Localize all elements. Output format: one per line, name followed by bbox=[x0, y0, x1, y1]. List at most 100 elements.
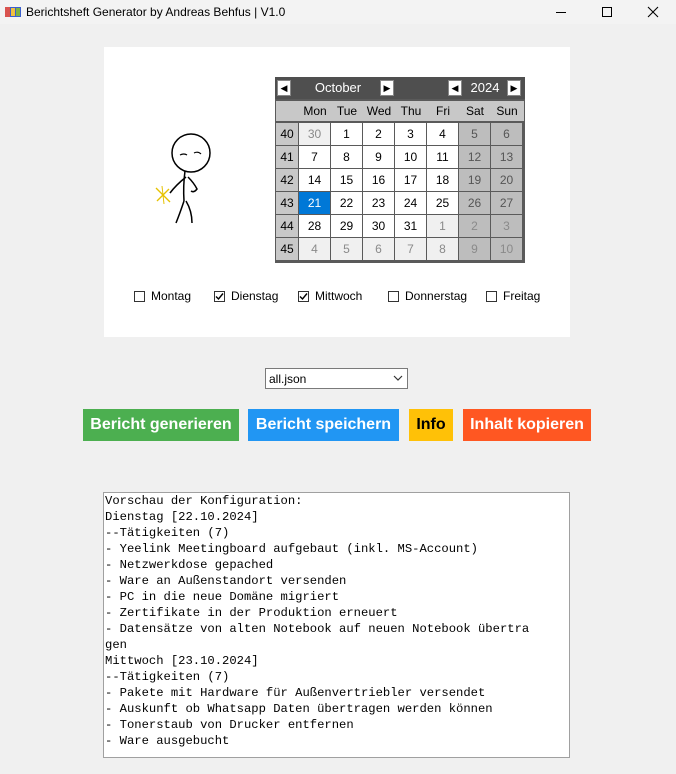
checkbox-box[interactable] bbox=[214, 290, 225, 302]
checkbox-label: Donnerstag bbox=[405, 289, 468, 303]
title-bar: Berichtsheft Generator by Andreas Behfus… bbox=[0, 0, 676, 24]
week-number: 44 bbox=[276, 215, 298, 237]
calendar-day[interactable]: 25 bbox=[427, 192, 458, 214]
calendar-day[interactable]: 23 bbox=[363, 192, 394, 214]
calendar-day[interactable]: 8 bbox=[427, 238, 458, 260]
preview-line: Vorschau der Konfiguration: bbox=[105, 494, 303, 508]
preview-textarea[interactable]: Vorschau der Konfiguration: Dienstag [22… bbox=[103, 492, 570, 758]
minimize-button[interactable] bbox=[538, 0, 584, 24]
info-button[interactable]: Info bbox=[409, 409, 453, 441]
checkbox-box[interactable] bbox=[298, 290, 309, 302]
preview-line: - Yeelink Meetingboard aufgebaut (inkl. … bbox=[105, 542, 478, 556]
weekday-checkboxes: Montag Dienstag Mittwoch Donnerstag Frei… bbox=[104, 289, 570, 305]
calendar-day[interactable]: 27 bbox=[491, 192, 522, 214]
calendar-day[interactable]: 3 bbox=[491, 215, 522, 237]
calendar-day[interactable]: 24 bbox=[395, 192, 426, 214]
calendar-day[interactable]: 20 bbox=[491, 169, 522, 191]
calendar-day[interactable]: 2 bbox=[459, 215, 490, 237]
calendar[interactable]: ◀ October ▶ ◀ 2024 ▶ Mon Tue Wed Thu Fri… bbox=[275, 77, 525, 263]
calendar-day[interactable]: 16 bbox=[363, 169, 394, 191]
prev-year-button[interactable]: ◀ bbox=[448, 80, 462, 96]
checkbox-mittwoch[interactable]: Mittwoch bbox=[298, 289, 362, 303]
calendar-day[interactable]: 7 bbox=[299, 146, 330, 168]
calendar-day[interactable]: 7 bbox=[395, 238, 426, 260]
calendar-day[interactable]: 4 bbox=[299, 238, 330, 260]
calendar-day[interactable]: 28 bbox=[299, 215, 330, 237]
calendar-day[interactable]: 6 bbox=[491, 123, 522, 145]
preview-line: - Auskunft ob Whatsapp Daten übertragen … bbox=[105, 702, 493, 716]
stick-figure-image bbox=[155, 133, 211, 224]
weekday-label: Fri bbox=[436, 104, 450, 118]
calendar-day[interactable]: 8 bbox=[331, 146, 362, 168]
calendar-day[interactable]: 5 bbox=[331, 238, 362, 260]
preview-line: --Tätigkeiten (7) bbox=[105, 670, 230, 684]
checkbox-dienstag[interactable]: Dienstag bbox=[214, 289, 278, 303]
calendar-day[interactable]: 1 bbox=[427, 215, 458, 237]
checkbox-donnerstag[interactable]: Donnerstag bbox=[388, 289, 467, 303]
calendar-day[interactable]: 30 bbox=[363, 215, 394, 237]
calendar-day[interactable]: 29 bbox=[331, 215, 362, 237]
calendar-day[interactable]: 15 bbox=[331, 169, 362, 191]
calendar-day[interactable]: 30 bbox=[299, 123, 330, 145]
calendar-day[interactable]: 17 bbox=[395, 169, 426, 191]
calendar-day[interactable]: 9 bbox=[363, 146, 394, 168]
calendar-day-selected[interactable]: 21 bbox=[299, 192, 330, 214]
calendar-day[interactable]: 19 bbox=[459, 169, 490, 191]
arrow-left-icon: ◀ bbox=[280, 82, 288, 93]
copy-content-button[interactable]: Inhalt kopieren bbox=[463, 409, 591, 441]
preview-line: gen bbox=[105, 638, 127, 652]
calendar-day[interactable]: 2 bbox=[363, 123, 394, 145]
arrow-left-icon: ◀ bbox=[451, 82, 459, 93]
prev-month-button[interactable]: ◀ bbox=[277, 80, 291, 96]
year-label: 2024 bbox=[470, 80, 500, 95]
weekday-label: Sun bbox=[496, 104, 518, 118]
checkbox-box[interactable] bbox=[134, 290, 145, 302]
arrow-right-icon: ▶ bbox=[383, 82, 391, 93]
next-month-button[interactable]: ▶ bbox=[380, 80, 394, 96]
week-number: 45 bbox=[276, 238, 298, 260]
checkbox-box[interactable] bbox=[388, 290, 399, 302]
config-select-value: all.json bbox=[269, 372, 307, 386]
calendar-day[interactable]: 31 bbox=[395, 215, 426, 237]
calendar-day[interactable]: 6 bbox=[363, 238, 394, 260]
top-panel: ◀ October ▶ ◀ 2024 ▶ Mon Tue Wed Thu Fri… bbox=[104, 47, 570, 337]
weekday-label: Sat bbox=[465, 104, 484, 118]
window-title: Berichtsheft Generator by Andreas Behfus… bbox=[26, 5, 286, 19]
checkbox-montag[interactable]: Montag bbox=[134, 289, 191, 303]
close-button[interactable] bbox=[630, 0, 676, 24]
month-label: October bbox=[314, 80, 362, 95]
preview-line: - Ware an Außenstandort versenden bbox=[105, 574, 347, 588]
calendar-day[interactable]: 4 bbox=[427, 123, 458, 145]
calendar-day[interactable]: 3 bbox=[395, 123, 426, 145]
calendar-day[interactable]: 5 bbox=[459, 123, 490, 145]
calendar-day[interactable]: 13 bbox=[491, 146, 522, 168]
calendar-day[interactable]: 10 bbox=[395, 146, 426, 168]
checkbox-label: Mittwoch bbox=[315, 289, 363, 303]
calendar-day[interactable]: 11 bbox=[427, 146, 458, 168]
weekday-label: Thu bbox=[400, 104, 422, 118]
calendar-day[interactable]: 26 bbox=[459, 192, 490, 214]
week-number: 43 bbox=[276, 192, 298, 214]
checkbox-freitag[interactable]: Freitag bbox=[486, 289, 540, 303]
calendar-day[interactable]: 9 bbox=[459, 238, 490, 260]
save-report-button[interactable]: Bericht speichern bbox=[248, 409, 399, 441]
generate-report-button[interactable]: Bericht generieren bbox=[83, 409, 239, 441]
calendar-header: ◀ October ▶ ◀ 2024 ▶ bbox=[275, 77, 525, 99]
week-number: 41 bbox=[276, 146, 298, 168]
calendar-day[interactable]: 10 bbox=[491, 238, 522, 260]
calendar-day[interactable]: 14 bbox=[299, 169, 330, 191]
maximize-button[interactable] bbox=[584, 0, 630, 24]
calendar-day[interactable]: 1 bbox=[331, 123, 362, 145]
calendar-day[interactable]: 12 bbox=[459, 146, 490, 168]
checkbox-box[interactable] bbox=[486, 290, 497, 302]
maximize-icon bbox=[602, 7, 612, 17]
chevron-down-icon bbox=[393, 375, 403, 381]
calendar-day[interactable]: 22 bbox=[331, 192, 362, 214]
preview-line: - Datensätze von alten Notebook auf neue… bbox=[105, 622, 530, 636]
calendar-day[interactable]: 18 bbox=[427, 169, 458, 191]
weekday-label: Mon bbox=[303, 104, 327, 118]
weekday-label: Tue bbox=[336, 104, 358, 118]
config-select[interactable]: all.json bbox=[265, 368, 408, 389]
next-year-button[interactable]: ▶ bbox=[507, 80, 521, 96]
arrow-right-icon: ▶ bbox=[510, 82, 518, 93]
